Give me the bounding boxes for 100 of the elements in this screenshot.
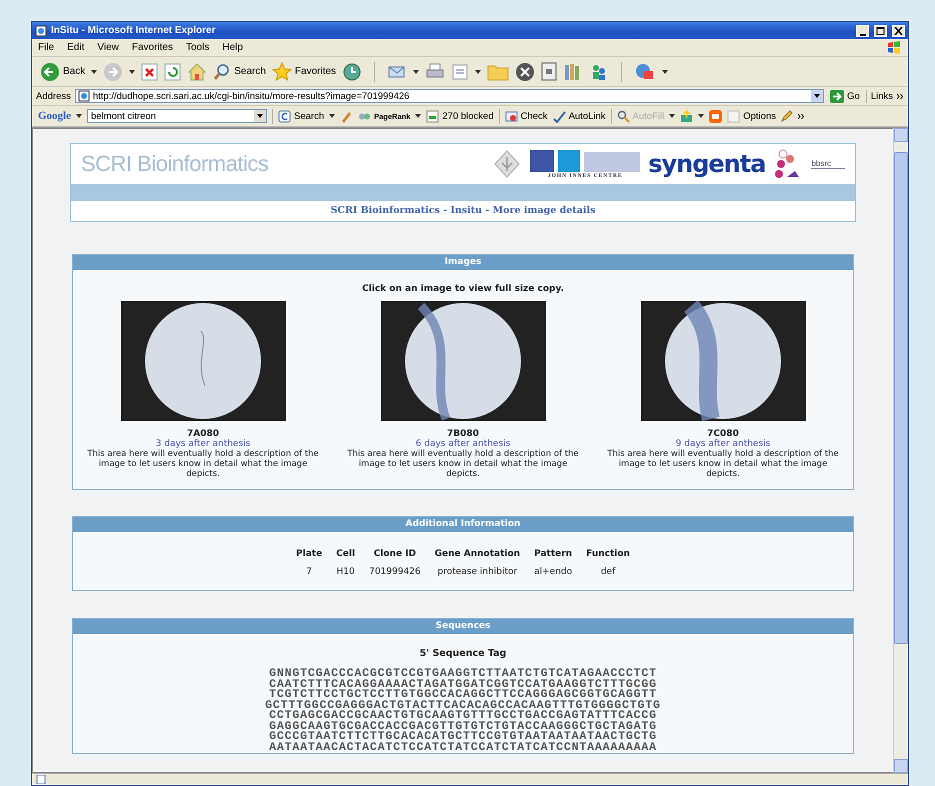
dropdown-button[interactable] — [254, 110, 266, 122]
caret-icon[interactable] — [698, 114, 704, 118]
menu-item[interactable]: Favorites — [132, 42, 173, 53]
stop-icon[interactable] — [141, 62, 158, 80]
microscope-image[interactable] — [380, 301, 546, 421]
table-cell-text: al+endo — [533, 566, 574, 579]
favorites-button[interactable]: Favorites — [272, 62, 336, 81]
chevron-icon[interactable] — [798, 112, 805, 120]
image-name: 7A080 — [186, 429, 219, 439]
chevron-icon[interactable] — [897, 92, 904, 100]
document-icon[interactable] — [541, 62, 558, 81]
table-cell-text: H10 — [336, 566, 356, 579]
column-header: Clone ID — [372, 548, 418, 561]
toolbar-button[interactable]: Search — [278, 110, 324, 122]
browser-page-icon — [35, 24, 47, 36]
caret-icon[interactable] — [329, 114, 336, 118]
stage-link[interactable]: 9 days after anthesis — [676, 439, 770, 449]
toolbar-button[interactable]: Options — [727, 110, 776, 122]
image-description: This area here will eventually hold a description of the image to let users know in detail what the image depicts. — [346, 449, 580, 479]
search-button[interactable]: Search — [213, 62, 266, 80]
bbsrc-logo: bbsrc — [811, 159, 845, 169]
caret-icon[interactable] — [91, 70, 98, 74]
sequence-line: GNNGTCGACCCACGCGTCCGTGAAGGTCTTAATCTGTCATAGAACCCTCT — [269, 669, 657, 680]
toolbar-button[interactable]: AutoLink — [552, 110, 606, 122]
sequence-line: AATAATAACACTACATCTCCATCTATCCATCTATCATCCNTAAAAAAAAA — [269, 742, 657, 753]
toolbar-button[interactable]: Check — [504, 110, 548, 122]
back-button[interactable]: Back — [40, 62, 86, 82]
caret-icon[interactable] — [662, 70, 668, 74]
caret-icon[interactable] — [129, 70, 136, 74]
table-cell-text: 701999426 — [368, 566, 422, 579]
star-icon — [272, 62, 292, 81]
maximize-icon — [876, 26, 885, 34]
caret-icon — [257, 114, 263, 118]
scrollbar[interactable] — [893, 128, 908, 773]
edit-document-icon[interactable] — [451, 62, 470, 80]
table-cell-text: 7 — [305, 566, 313, 579]
table-cell-text: protease inhibitor — [436, 566, 518, 579]
close-button[interactable] — [892, 24, 905, 36]
menu-item[interactable]: View — [97, 42, 119, 53]
panel-header: Sequences — [73, 619, 853, 634]
stage-link[interactable]: 3 days after anthesis — [156, 439, 250, 449]
minimize-icon — [860, 34, 866, 36]
address-field[interactable]: http://dudhope.scri.sari.ac.uk/cgi-bin/insitu/more-results?image=701999426 — [74, 89, 824, 103]
address-label: Address — [36, 90, 71, 102]
home-icon[interactable] — [187, 62, 208, 81]
spell-check-icon — [552, 110, 566, 122]
windows-flag-icon — [886, 40, 902, 55]
menu-item[interactable]: Help — [222, 42, 243, 53]
column-header: Plate — [295, 548, 324, 561]
refresh-icon[interactable] — [164, 62, 182, 80]
sequence-line: GCCCGTAATCTTCTTGCACACATGCTTCCGTGTAATAATAATAACTGCTG — [269, 732, 657, 742]
sequence-line: CAATCTTTCACAGGAAAACTAGATGGATCGGTCCATGAAGGTCTTTGCGG — [269, 680, 657, 690]
close-icon — [894, 26, 903, 34]
sequence-line: GAGGCAAGTGCGACCACCGACGTTGTGTCTGTACCAAGGGCTGCTAGATG — [269, 722, 657, 732]
menu-item[interactable]: Edit — [67, 42, 84, 53]
menu-item[interactable]: File — [38, 42, 54, 53]
window-title: InSitu - Microsoft Internet Explorer — [51, 25, 216, 36]
magnifier-icon — [616, 110, 630, 122]
menu-item[interactable]: Tools — [186, 42, 210, 53]
image-name: 7C080 — [707, 429, 739, 439]
page-title-link[interactable]: SCRI Bioinformatics - Insitu - More image details — [71, 201, 855, 221]
arrow-right-icon — [830, 90, 844, 102]
history-icon[interactable] — [342, 62, 362, 81]
page-icon — [78, 90, 90, 102]
page-icon — [36, 775, 46, 784]
links-button[interactable]: Links — [870, 90, 893, 102]
sequence-line: CCTGAGCGACCGCAACTGTGCAAGTGTTTGCCTGACCGAGTATTTCACCG — [269, 711, 657, 722]
caret-icon[interactable] — [475, 70, 482, 74]
sequence-line: TCGTCTTCCTGCTCCTTGTGGCCACAGGCTTCCAGGGAGCGGTGCAGGTT — [269, 690, 657, 700]
microscope-image[interactable] — [640, 301, 806, 421]
panel-header: Additional Information — [73, 517, 853, 532]
instruction-text: Click on an image to view full size copy. — [361, 284, 565, 294]
table-cell-text: def — [600, 566, 616, 579]
microscope-image[interactable] — [120, 301, 286, 421]
stage-link[interactable]: 6 days after anthesis — [416, 439, 510, 449]
caret-icon[interactable] — [413, 70, 420, 74]
column-header: Gene Annotation — [434, 548, 522, 561]
column-header: Cell — [335, 548, 356, 561]
minimize-button[interactable] — [856, 24, 869, 36]
image-name: 7B080 — [447, 429, 479, 439]
toolbar-button[interactable]: 270 blocked — [426, 110, 494, 122]
go-button[interactable]: Go — [828, 90, 867, 102]
caret-icon[interactable] — [669, 114, 676, 118]
image-description: This area here will eventually hold a description of the image to let users know in detail what the image depicts. — [606, 449, 840, 479]
column-header: Pattern — [533, 548, 574, 561]
column-header: Function — [585, 548, 631, 561]
image-description: This area here will eventually hold a description of the image to let users know in detail what the image depicts. — [86, 449, 320, 479]
dropdown-button[interactable] — [811, 90, 824, 102]
pencil-icon[interactable] — [780, 110, 793, 122]
sequence-title: 5' Sequence Tag — [420, 648, 506, 659]
caret-icon[interactable] — [415, 114, 422, 118]
site-title: SCRI Bioinformatics — [81, 151, 270, 177]
syngenta-logo: syngenta — [648, 150, 766, 178]
square-blocks-icon — [530, 150, 640, 172]
circle-x-icon[interactable] — [515, 62, 536, 82]
caret-icon[interactable] — [76, 114, 82, 118]
panel-header: Images — [73, 255, 853, 270]
google-logo: Google — [38, 110, 71, 122]
search-field[interactable]: belmont citreon — [87, 109, 267, 123]
maximize-button[interactable] — [874, 24, 887, 36]
